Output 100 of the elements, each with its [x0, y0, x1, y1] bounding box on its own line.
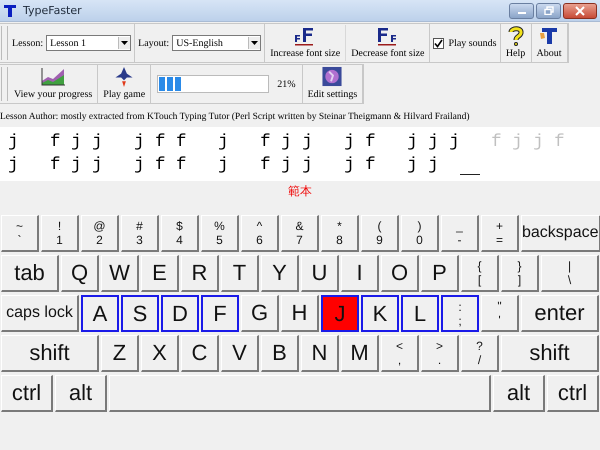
keyboard-key[interactable]: M	[341, 335, 379, 372]
typed-word: j f	[344, 154, 376, 177]
keyboard-key[interactable]: Y	[261, 255, 299, 292]
lesson-dropdown[interactable]: Lesson 1	[46, 35, 132, 51]
target-word: j	[218, 131, 229, 154]
target-word: j f	[344, 131, 376, 154]
keyboard-key[interactable]: | \	[541, 255, 599, 292]
keyboard-key[interactable]: Z	[101, 335, 139, 372]
keyboard-key[interactable]: enter	[521, 295, 599, 332]
keyboard-key[interactable]: ^ 6	[241, 215, 279, 252]
progress-percent: 21%	[277, 78, 296, 90]
keyboard-key[interactable]: tab	[1, 255, 59, 292]
keyboard-key[interactable]: D	[161, 295, 199, 332]
typed-word: j j	[407, 154, 439, 177]
keyboard-key[interactable]: V	[221, 335, 259, 372]
keyboard-key[interactable]: C	[181, 335, 219, 372]
help-button[interactable]: Help	[500, 25, 531, 61]
keyboard-key[interactable]: J	[321, 295, 359, 332]
layout-label: Layout:	[138, 38, 170, 48]
keyboard-key[interactable]: ! 1	[41, 215, 79, 252]
keyboard-key[interactable]: B	[261, 335, 299, 372]
keyboard-key[interactable]: # 3	[121, 215, 159, 252]
keyboard-key[interactable]: $ 4	[161, 215, 199, 252]
toolbar-grip[interactable]	[1, 26, 8, 60]
keyboard-key[interactable]: ? /	[461, 335, 499, 372]
keyboard-key[interactable]: K	[361, 295, 399, 332]
close-button[interactable]	[563, 2, 597, 18]
toolbar-grip[interactable]	[1, 67, 8, 101]
typed-word: j f f	[134, 154, 187, 177]
sample-label: 範本	[288, 183, 312, 200]
checkmark-icon	[434, 38, 444, 48]
app-logo-icon	[539, 26, 560, 46]
target-word: j	[8, 131, 19, 154]
keyboard-key[interactable]: U	[301, 255, 339, 292]
keyboard-key[interactable]: backspace	[521, 215, 600, 252]
keyboard-key[interactable]: % 5	[201, 215, 239, 252]
layout-dropdown[interactable]: US-English	[172, 35, 262, 51]
keyboard-key[interactable]: : ;	[441, 295, 479, 332]
close-icon	[575, 6, 585, 16]
keyboard-key[interactable]: caps lock	[1, 295, 79, 332]
keyboard-key[interactable]: H	[281, 295, 319, 332]
keyboard-key[interactable]: X	[141, 335, 179, 372]
spacebar-key[interactable]	[109, 375, 491, 412]
keyboard-key[interactable]: F	[201, 295, 239, 332]
play-sounds-checkbox[interactable]: Play sounds	[433, 38, 497, 48]
keyboard-key[interactable]: ctrl	[1, 375, 53, 412]
keyboard-key[interactable]: > .	[421, 335, 459, 372]
keyboard-key[interactable]: alt	[55, 375, 107, 412]
keyboard-key[interactable]: W	[101, 255, 139, 292]
keyboard-key[interactable]: ( 9	[361, 215, 399, 252]
keyboard-key[interactable]: " '	[481, 295, 519, 332]
keyboard-key[interactable]: N	[301, 335, 339, 372]
dropdown-arrow-icon	[251, 41, 258, 45]
keyboard-key[interactable]: I	[341, 255, 379, 292]
target-word: f j j	[260, 131, 313, 154]
minimize-button[interactable]	[509, 2, 534, 18]
keyboard-key[interactable]: O	[381, 255, 419, 292]
target-word: j f f	[134, 131, 187, 154]
keyboard-key[interactable]: L	[401, 295, 439, 332]
keyboard-key[interactable]: { [	[461, 255, 499, 292]
about-button[interactable]: About	[532, 25, 567, 61]
keyboard-key[interactable]: * 8	[321, 215, 359, 252]
decrease-font-button[interactable]: Decrease font size	[346, 25, 430, 61]
keyboard-key[interactable]: R	[181, 255, 219, 292]
keyboard-key[interactable]: T	[221, 255, 259, 292]
restore-icon	[544, 6, 554, 15]
typed-word: f j j	[260, 154, 313, 177]
increase-font-button[interactable]: Increase font size	[265, 25, 346, 61]
keyboard-key[interactable]: < ,	[381, 335, 419, 372]
keyboard-key[interactable]: + =	[481, 215, 519, 252]
lesson-label: Lesson:	[12, 38, 44, 48]
rocket-icon	[114, 66, 134, 87]
keyboard-key[interactable]: } ]	[501, 255, 539, 292]
play-game-button[interactable]: Play game	[98, 66, 150, 102]
keyboard-key[interactable]: ctrl	[547, 375, 599, 412]
dropdown-arrow-icon	[121, 41, 128, 45]
window-title: TypeFaster	[23, 4, 83, 17]
app-logo-icon	[3, 4, 17, 18]
keyboard-key[interactable]: P	[421, 255, 459, 292]
view-progress-button[interactable]: View your progress	[9, 66, 98, 102]
keyboard-key[interactable]: alt	[493, 375, 545, 412]
keyboard-key[interactable]: shift	[501, 335, 599, 372]
keyboard-key[interactable]: @ 2	[81, 215, 119, 252]
keyboard-key[interactable]: ) 0	[401, 215, 439, 252]
keyboard-key[interactable]: A	[81, 295, 119, 332]
keyboard-key[interactable]: ~ `	[1, 215, 39, 252]
restore-button[interactable]	[536, 2, 561, 18]
keyboard-key[interactable]: _ -	[441, 215, 479, 252]
typed-word: j	[218, 154, 229, 177]
edit-settings-button[interactable]: Edit settings	[302, 66, 362, 102]
target-word: f j j	[50, 131, 103, 154]
keyboard-key[interactable]: S	[121, 295, 159, 332]
keyboard-key[interactable]: shift	[1, 335, 99, 372]
typed-word: j	[8, 154, 19, 177]
keyboard-key[interactable]: G	[241, 295, 279, 332]
target-word: j j j	[407, 131, 460, 154]
settings-icon	[321, 66, 344, 87]
keyboard-key[interactable]: Q	[61, 255, 99, 292]
keyboard-key[interactable]: & 7	[281, 215, 319, 252]
keyboard-key[interactable]: E	[141, 255, 179, 292]
